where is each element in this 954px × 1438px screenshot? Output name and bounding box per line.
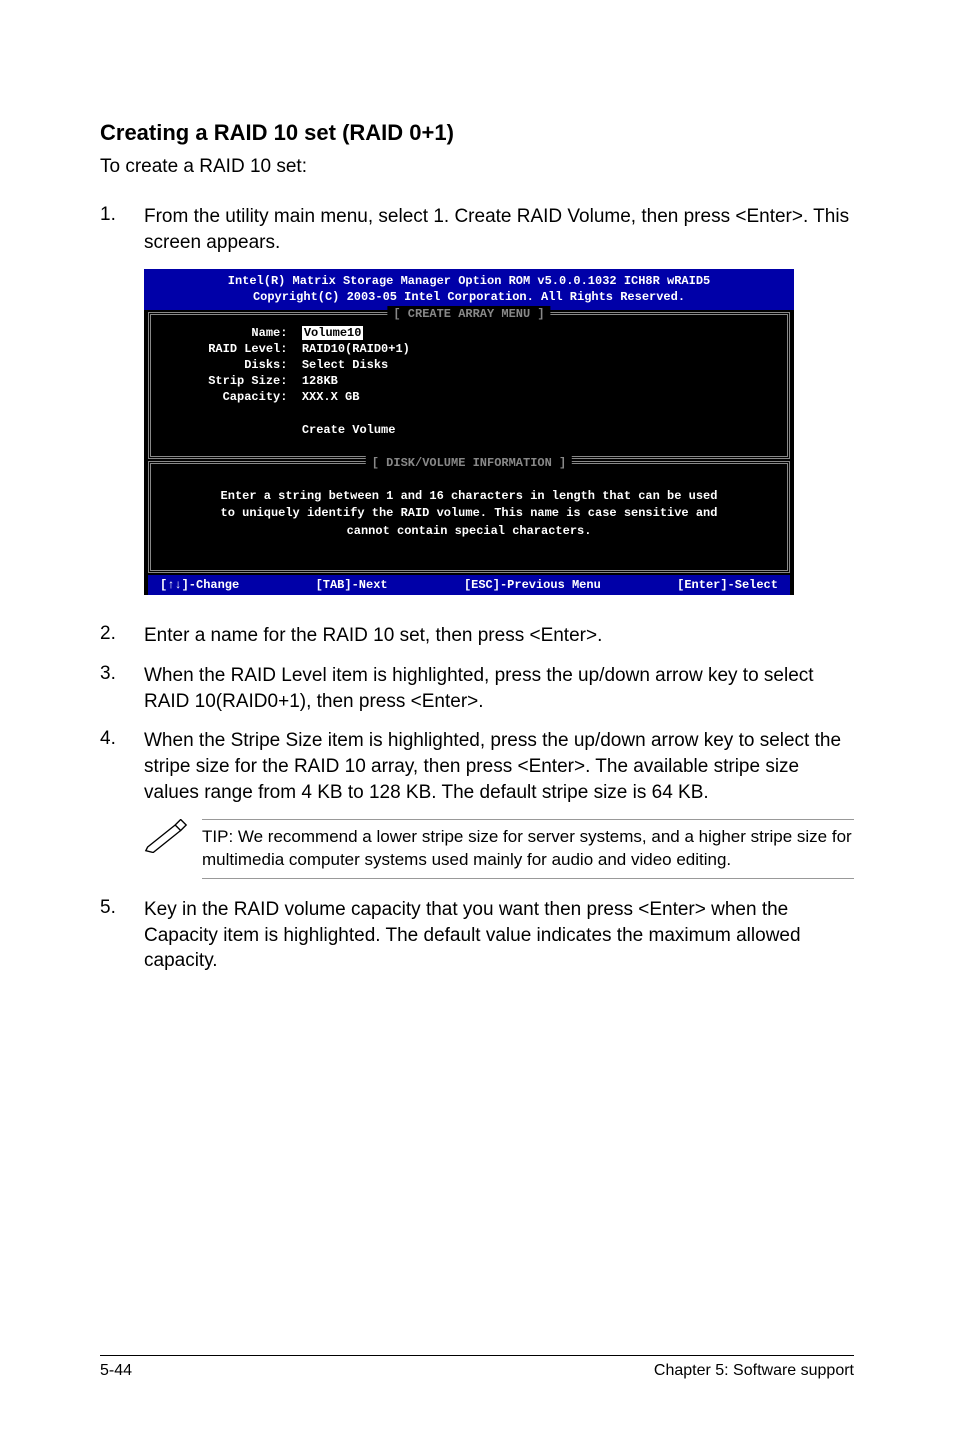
step-number: 2.	[100, 623, 144, 645]
bios-key-enter: [Enter]-Select	[677, 577, 778, 593]
page-footer: 5-44 Chapter 5: Software support	[100, 1355, 854, 1380]
bios-panel2-title: [ DISK/VOLUME INFORMATION ]	[366, 455, 572, 471]
tip-note: TIP: We recommend a lower stripe size fo…	[144, 819, 854, 879]
step-text: When the RAID Level item is highlighted,…	[144, 663, 854, 714]
step-text: Enter a name for the RAID 10 set, then p…	[144, 623, 602, 649]
step-1: 1. From the utility main menu, select 1.…	[100, 204, 854, 255]
step-number: 3.	[100, 663, 144, 685]
step-2: 2. Enter a name for the RAID 10 set, the…	[100, 623, 854, 649]
bios-info-line1: Enter a string between 1 and 16 characte…	[165, 488, 773, 505]
field-capacity-value[interactable]: XXX.X GB	[302, 390, 360, 404]
bios-key-esc: [ESC]-Previous Menu	[464, 577, 601, 593]
section-heading: Creating a RAID 10 set (RAID 0+1)	[100, 120, 854, 146]
bios-header-line2: Copyright(C) 2003-05 Intel Corporation. …	[150, 289, 788, 305]
field-capacity-label: Capacity:	[223, 390, 288, 404]
bios-diskinfo-panel: [ DISK/VOLUME INFORMATION ] Enter a stri…	[148, 461, 790, 573]
bios-panel-title: [ CREATE ARRAY MENU ]	[387, 306, 550, 322]
step-text: When the Stripe Size item is highlighted…	[144, 728, 854, 805]
field-raidlevel-label: RAID Level:	[208, 342, 287, 356]
step-4: 4. When the Stripe Size item is highligh…	[100, 728, 854, 805]
field-name-value[interactable]: Volume10	[302, 326, 364, 340]
step-text: Key in the RAID volume capacity that you…	[144, 897, 854, 974]
intro-text: To create a RAID 10 set:	[100, 156, 854, 178]
step-text: From the utility main menu, select 1. Cr…	[144, 204, 854, 255]
field-disks-label: Disks:	[244, 358, 287, 372]
create-volume-action[interactable]: Create Volume	[302, 423, 396, 437]
step-3: 3. When the RAID Level item is highlight…	[100, 663, 854, 714]
chapter-label: Chapter 5: Software support	[654, 1362, 854, 1380]
step-5: 5. Key in the RAID volume capacity that …	[100, 897, 854, 974]
field-stripsize-label: Strip Size:	[208, 374, 287, 388]
bios-info-line2: to uniquely identify the RAID volume. Th…	[165, 505, 773, 522]
bios-key-change: [↑↓]-Change	[160, 577, 239, 593]
field-stripsize-value[interactable]: 128KB	[302, 374, 338, 388]
step-number: 1.	[100, 204, 144, 226]
pencil-icon	[144, 819, 188, 858]
bios-screenshot: Intel(R) Matrix Storage Manager Option R…	[144, 269, 794, 595]
bios-header-line1: Intel(R) Matrix Storage Manager Option R…	[150, 273, 788, 289]
field-name-label: Name:	[251, 326, 287, 340]
field-raidlevel-value[interactable]: RAID10(RAID0+1)	[302, 342, 410, 356]
step-number: 5.	[100, 897, 144, 919]
bios-header: Intel(R) Matrix Storage Manager Option R…	[144, 269, 794, 309]
tip-text: TIP: We recommend a lower stripe size fo…	[202, 819, 854, 879]
field-disks-value[interactable]: Select Disks	[302, 358, 388, 372]
bios-info-line3: cannot contain special characters.	[165, 523, 773, 540]
page-number: 5-44	[100, 1362, 132, 1380]
step-number: 4.	[100, 728, 144, 750]
bios-create-array-panel: [ CREATE ARRAY MENU ] Name: Volume10 RAI…	[148, 312, 790, 459]
bios-footer: [↑↓]-Change [TAB]-Next [ESC]-Previous Me…	[148, 575, 790, 595]
bios-key-tab: [TAB]-Next	[316, 577, 388, 593]
